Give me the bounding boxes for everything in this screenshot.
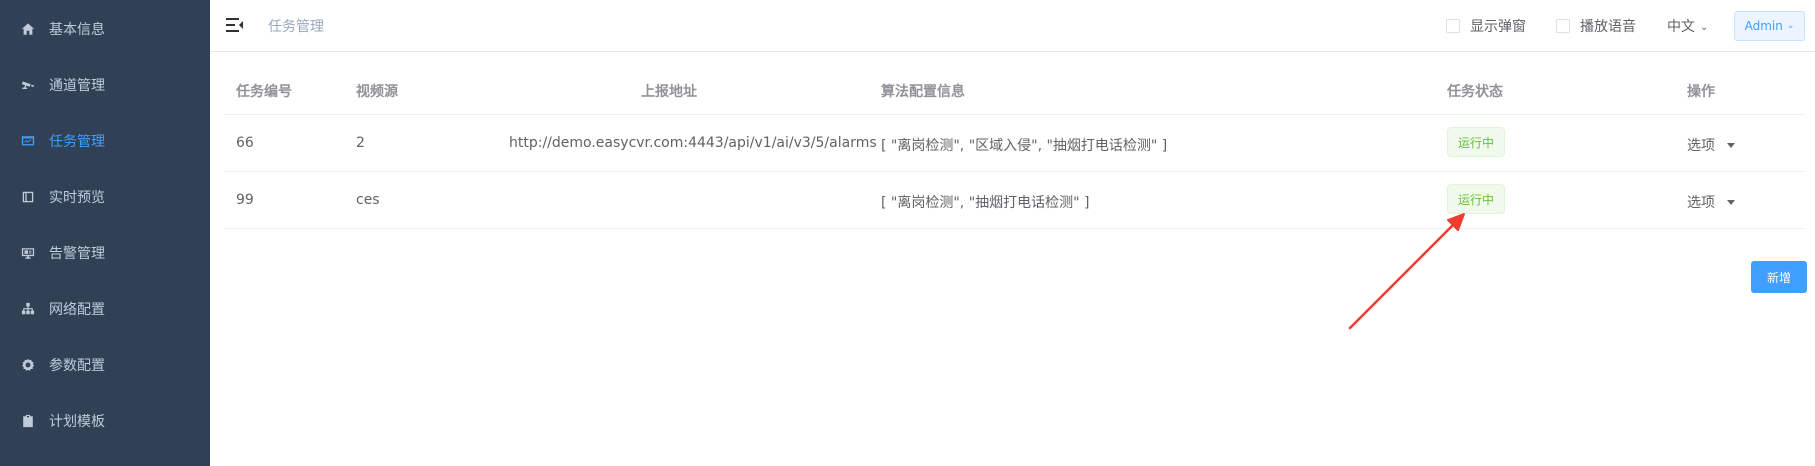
sidebar-item-label: 通道管理	[49, 78, 105, 94]
show-popup-label: 显示弹窗	[1470, 19, 1526, 35]
column-header-task-id: 任务编号	[236, 84, 292, 100]
add-task-button[interactable]: 新增	[1751, 261, 1807, 293]
row-divider	[225, 228, 1805, 229]
header-divider	[225, 114, 1805, 115]
sidebar-item-task-management[interactable]: 任务管理	[0, 113, 210, 169]
menu-toggle-icon[interactable]	[226, 17, 244, 33]
home-icon	[20, 21, 36, 37]
breadcrumb: 任务管理	[268, 19, 324, 35]
language-label: 中文	[1667, 19, 1695, 35]
video-source-cell: ces	[356, 192, 380, 208]
column-header-video-source: 视频源	[356, 84, 398, 100]
options-dropdown[interactable]: 选项	[1687, 192, 1735, 212]
user-name: Admin	[1744, 19, 1783, 33]
row-divider	[225, 171, 1805, 172]
play-voice-label: 播放语音	[1580, 19, 1636, 35]
chevron-down-icon: ⌄	[1700, 22, 1709, 33]
task-id-cell: 66	[236, 135, 254, 151]
task-id-cell: 99	[236, 192, 254, 208]
sidebar-item-label: 计划模板	[49, 414, 105, 430]
sidebar: 基本信息 通道管理 任务管理 实时预览 告警管理 网络配置 参数配置 计划模板	[0, 0, 210, 466]
options-dropdown[interactable]: 选项	[1687, 135, 1735, 155]
options-label: 选项	[1687, 195, 1715, 211]
sidebar-item-alarm-management[interactable]: 告警管理	[0, 225, 210, 281]
play-voice-checkbox[interactable]: 播放语音	[1556, 16, 1636, 36]
checkbox-box[interactable]	[1556, 19, 1570, 33]
camera-icon	[20, 77, 36, 93]
caret-down-icon	[1727, 142, 1735, 148]
sidebar-item-label: 网络配置	[49, 302, 105, 318]
report-url-cell: http://demo.easycvr.com:4443/api/v1/ai/v…	[509, 135, 877, 151]
monitor-icon	[20, 133, 36, 149]
gear-icon	[20, 357, 36, 373]
sidebar-item-basic-info[interactable]: 基本信息	[0, 1, 210, 57]
chevron-down-icon: ⌄	[1786, 21, 1795, 31]
sidebar-item-label: 告警管理	[49, 246, 105, 262]
status-badge: 运行中	[1447, 127, 1506, 157]
checkbox-box[interactable]	[1446, 19, 1460, 33]
sidebar-item-network-config[interactable]: 网络配置	[0, 281, 210, 337]
show-popup-checkbox[interactable]: 显示弹窗	[1446, 16, 1526, 36]
sidebar-item-channel-management[interactable]: 通道管理	[0, 57, 210, 113]
sidebar-item-label: 基本信息	[49, 22, 105, 38]
algorithm-config-cell: [ "离岗检测", "区域入侵", "抽烟打电话检测" ]	[881, 138, 1168, 154]
column-header-task-status: 任务状态	[1447, 84, 1503, 100]
top-navbar: 任务管理 显示弹窗 播放语音 中文 ⌄ Admin ⌄	[210, 0, 1815, 52]
caret-down-icon	[1727, 199, 1735, 205]
status-badge: 运行中	[1447, 184, 1506, 214]
user-menu-button[interactable]: Admin ⌄	[1734, 11, 1805, 41]
annotation-arrow-icon	[1348, 213, 1465, 330]
column-header-report-url: 上报地址	[641, 84, 697, 100]
sidebar-item-label: 参数配置	[49, 358, 105, 374]
language-dropdown[interactable]: 中文 ⌄	[1667, 16, 1708, 36]
sidebar-item-live-preview[interactable]: 实时预览	[0, 169, 210, 225]
sidebar-item-label: 任务管理	[49, 134, 105, 150]
alarm-icon	[20, 245, 36, 261]
sidebar-item-label: 实时预览	[49, 190, 105, 206]
column-header-actions: 操作	[1687, 84, 1715, 100]
clipboard-icon	[20, 413, 36, 429]
algorithm-config-cell: [ "离岗检测", "抽烟打电话检测" ]	[881, 195, 1090, 211]
column-header-algorithm-config: 算法配置信息	[881, 84, 965, 100]
sidebar-item-plan-template[interactable]: 计划模板	[0, 393, 210, 449]
sidebar-item-parameter-config[interactable]: 参数配置	[0, 337, 210, 393]
book-icon	[20, 189, 36, 205]
network-icon	[20, 301, 36, 317]
video-source-cell: 2	[356, 135, 365, 151]
options-label: 选项	[1687, 138, 1715, 154]
